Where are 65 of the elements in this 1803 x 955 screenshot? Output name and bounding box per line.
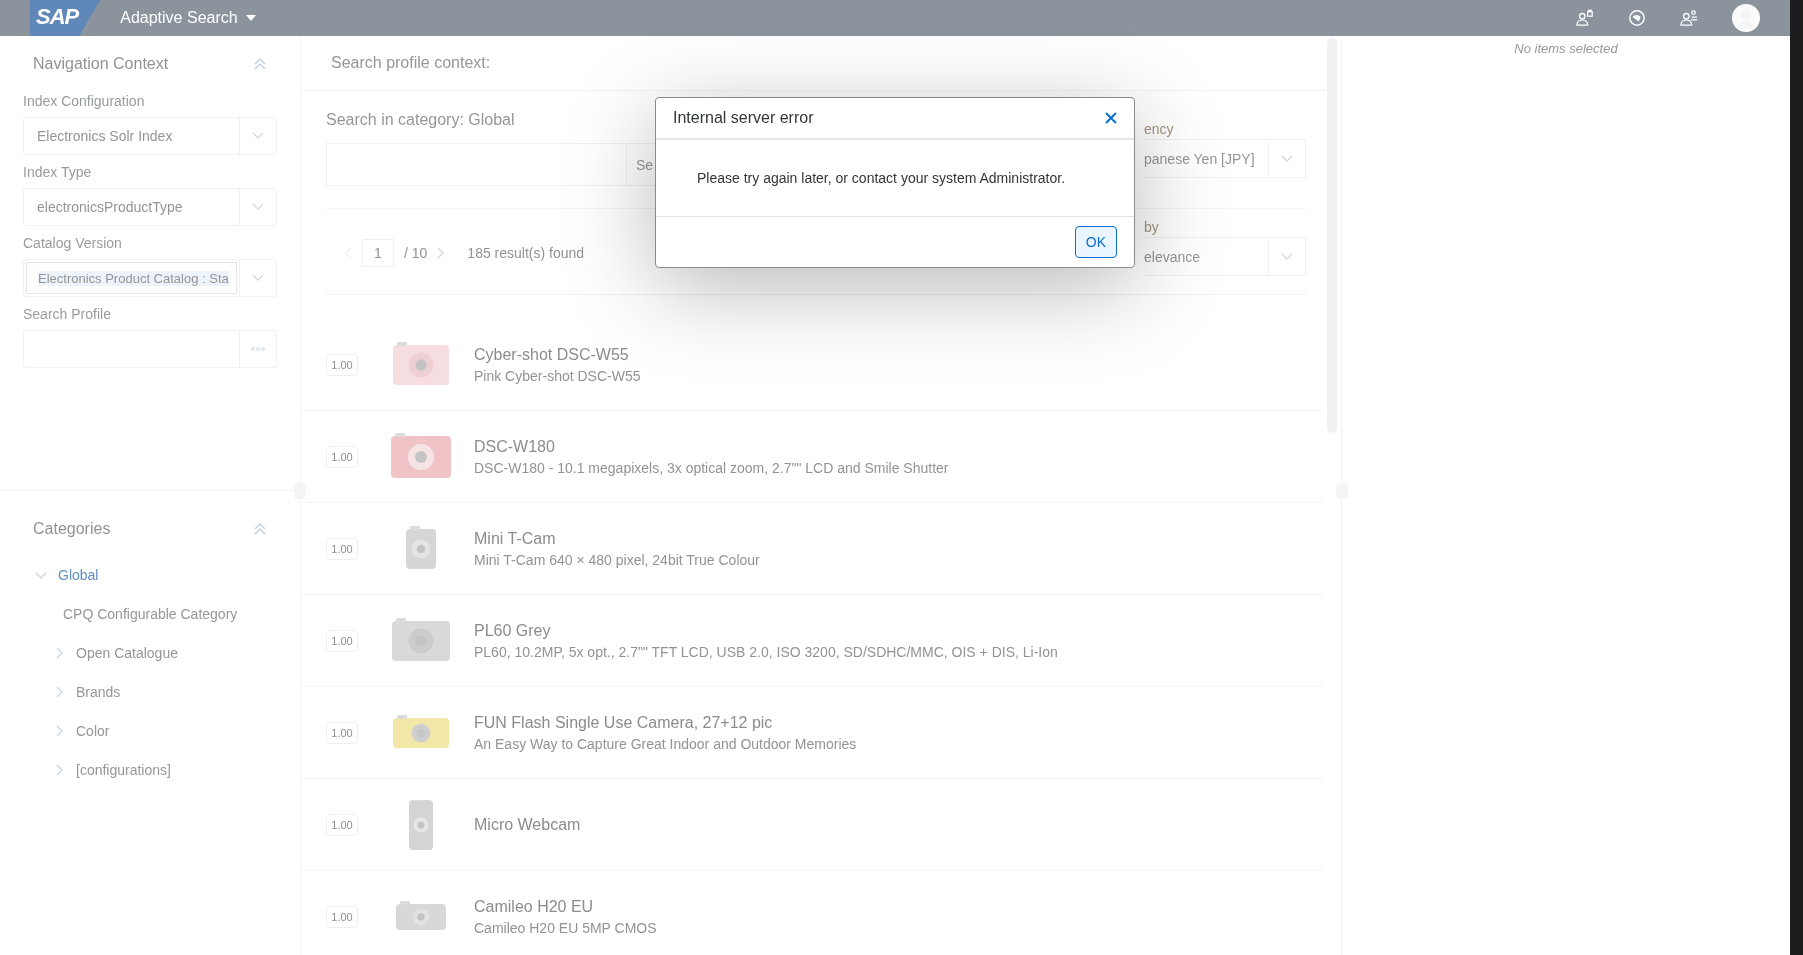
field-label: Index Type [23,164,93,180]
collapse-icon[interactable] [253,57,267,71]
tree-item[interactable]: Color [23,711,277,750]
field-label: Index Configuration [23,93,146,109]
field-label: Catalog Version [23,235,123,251]
dialog-message: Please try again later, or contact your system Administrator. [697,170,1066,186]
caret-icon [245,15,256,21]
chevron-down-icon [252,203,264,211]
empty-text: No items selected [1514,41,1618,57]
field-label: Search Profile [23,306,112,322]
product-description: An Easy Way to Capture Great Indoor and Outdoor Memories [474,735,857,752]
category-label: Search in category: Global [326,111,516,129]
score-badge: 1.00 [326,353,358,376]
product-name[interactable]: FUN Flash Single Use Camera, 27+12 pic [474,713,857,732]
product-description: Camileo H20 EU 5MP CMOS [474,919,657,936]
tree-item[interactable]: Brands [23,672,277,711]
search-button[interactable]: Se [626,143,656,186]
score-badge: 1.00 [326,445,358,468]
tree-item[interactable]: Global [23,555,277,594]
chevron-down-icon [252,274,264,282]
collapse-icon[interactable] [253,522,267,536]
score-badge: 1.00 [326,721,358,744]
score-badge: 1.00 [326,629,358,652]
more-icon [251,347,265,351]
product-name[interactable]: Cyber-shot DSC-W55 [474,345,641,364]
dialog-title: Internal server error [673,109,814,127]
product-name[interactable]: PL60 Grey [474,621,1058,640]
next-page-icon[interactable] [437,246,446,259]
product-description: PL60, 10.2MP, 5x opt., 2.7"" TFT LCD, USB 2.0, ISO 3200, SD/SDHC/MMC, OIS + DIS, Li-Ion [474,643,1058,660]
results-count: 185 result(s) found [467,244,585,261]
input-field[interactable]: Electronics Solr Index [23,117,277,155]
currency-dropdown[interactable]: panese Yen [JPY] [1144,139,1306,178]
sap-logo[interactable]: SAP [30,0,101,36]
input-field[interactable] [23,330,277,368]
sort-label: by [1144,219,1160,235]
product-name[interactable]: Mini T-Cam [474,529,760,548]
user-list-icon[interactable] [1680,9,1698,27]
product-name[interactable]: Micro Webcam [474,815,581,834]
score-badge: 1.00 [326,905,358,928]
ok-button[interactable]: OK [1074,226,1117,258]
user-lock-icon[interactable] [1576,9,1594,27]
product-name[interactable]: Camileo H20 EU [474,897,657,916]
context-title: Search profile context: [331,54,491,72]
page-total: / 10 [404,244,428,261]
tree-item[interactable]: Open Catalogue [23,633,277,672]
product-description: Mini T-Cam 640 × 480 pixel, 24bit True Colour [474,551,760,568]
currency-label: ency [1144,121,1175,137]
product-name[interactable]: DSC-W180 [474,437,949,456]
input-field[interactable]: Electronics Product Catalog : Sta [23,259,277,297]
panel-title: Categories [33,520,111,538]
score-badge: 1.00 [326,537,358,560]
panel-title: Navigation Context [33,55,169,73]
app-title-menu[interactable]: Adaptive Search [120,9,256,27]
input-field[interactable]: electronicsProductType [23,188,277,226]
tree-item[interactable]: CPQ Configurable Category [23,594,277,633]
close-icon[interactable] [1105,112,1117,124]
product-description: DSC-W180 - 10.1 megapixels, 3x optical zoom, 2.7"" LCD and Smile Shutter [474,459,949,476]
search-field[interactable] [326,143,626,186]
chevron-down-icon [252,132,264,140]
user-avatar[interactable] [1732,4,1760,32]
sort-dropdown[interactable]: elevance [1144,237,1306,276]
page-number-field[interactable]: 1 [362,238,394,267]
tree-item[interactable]: [configurations] [23,750,277,789]
product-description: Pink Cyber-shot DSC-W55 [474,367,641,384]
score-badge: 1.00 [326,813,358,836]
